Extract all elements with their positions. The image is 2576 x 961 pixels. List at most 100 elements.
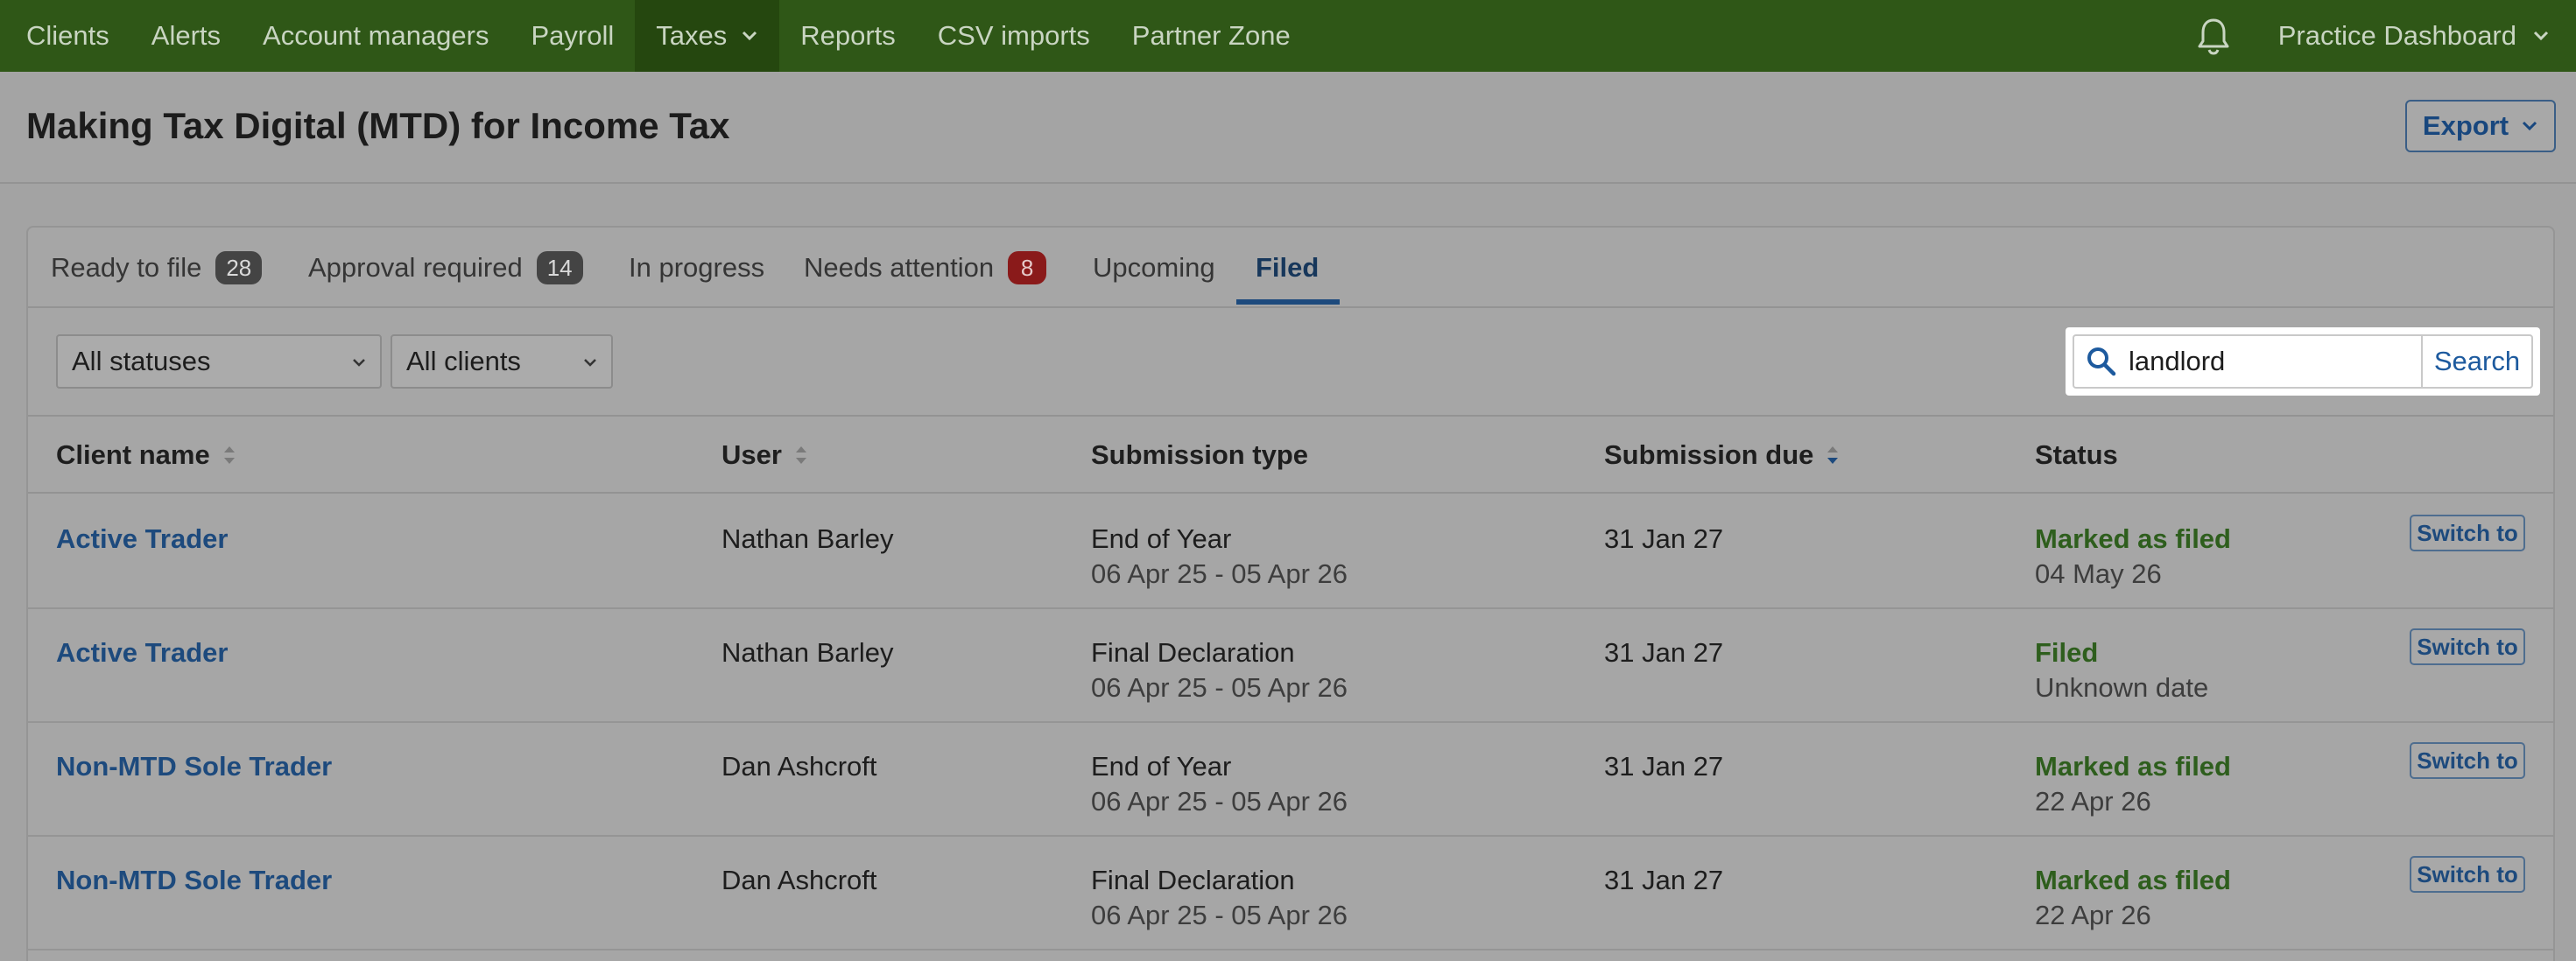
search-button-label: Search (2433, 346, 2521, 376)
table-header: Client name User Submission type Submiss… (28, 415, 2553, 494)
nav-item-label: Taxes (656, 20, 728, 51)
switch-to-button[interactable]: Switch to (2410, 856, 2525, 893)
switch-to-button[interactable]: Switch to (2410, 515, 2525, 551)
status-cell: Filed Unknown date (2035, 635, 2208, 705)
search-button[interactable]: Search (2421, 334, 2533, 389)
search-icon (2087, 347, 2116, 376)
tab-label: Approval required (308, 252, 523, 283)
chevron-down-icon (743, 31, 757, 41)
switch-to-button[interactable]: Switch to (2410, 742, 2525, 779)
submission-type: Final Declaration 06 Apr 25 - 05 Apr 26 (1091, 635, 1348, 705)
export-button[interactable]: Export (2405, 100, 2556, 152)
user-name: Nathan Barley (721, 523, 894, 554)
user-name: Nathan Barley (721, 637, 894, 668)
active-tab-indicator (1236, 299, 1340, 305)
nav-item-account-managers[interactable]: Account managers (242, 0, 510, 72)
practice-dashboard-label: Practice Dashboard (2277, 20, 2516, 51)
submission-due-date: 31 Jan 27 (1604, 523, 1724, 554)
nav-item-label: Reports (800, 20, 896, 51)
column-submission-due[interactable]: Submission due (1604, 417, 1840, 494)
table-row: Active Trader Nathan Barley Final Declar… (28, 609, 2553, 723)
practice-dashboard-menu[interactable]: Practice Dashboard (2278, 20, 2576, 52)
submission-type-label: End of Year (1091, 523, 1232, 554)
nav-item-partner-zone[interactable]: Partner Zone (1111, 0, 1312, 72)
tab-in-progress[interactable]: In progress (629, 228, 764, 308)
chevron-down-icon (584, 359, 596, 367)
table-row: Non-MTD Sole Trader Dan Ashcroft End of … (28, 723, 2553, 837)
nav-item-taxes[interactable]: Taxes (635, 0, 780, 72)
column-user[interactable]: User (721, 417, 808, 494)
chevron-down-icon (353, 359, 365, 367)
chevron-down-icon (2523, 121, 2537, 131)
tab-filed[interactable]: Filed (1256, 228, 1319, 308)
submission-due-date: 31 Jan 27 (1604, 637, 1724, 668)
user-name: Dan Ashcroft (721, 865, 877, 895)
page-header: Making Tax Digital (MTD) for Income Tax … (0, 72, 2576, 184)
status-filter-select[interactable]: All statuses (56, 334, 382, 389)
sort-descending-icon (1827, 446, 1839, 464)
submission-type-label: Final Declaration (1091, 637, 1295, 668)
tab-label: In progress (629, 252, 765, 283)
status-cell: Marked as filed 22 Apr 26 (2035, 749, 2231, 819)
status-label: Marked as filed (2035, 523, 2231, 554)
status-date: Unknown date (2035, 672, 2209, 703)
nav-item-clients[interactable]: Clients (0, 0, 130, 72)
client-filter-select[interactable]: All clients (391, 334, 613, 389)
status-tabs: Ready to file 28 Approval required 14 In… (28, 228, 2553, 308)
column-status: Status (2035, 417, 2118, 494)
status-filter-value: All statuses (72, 346, 211, 376)
client-name-link[interactable]: Active Trader (56, 635, 228, 670)
column-client-name[interactable]: Client name (56, 417, 236, 494)
submission-period: 06 Apr 25 - 05 Apr 26 (1091, 672, 1348, 703)
submission-period: 06 Apr 25 - 05 Apr 26 (1091, 900, 1348, 930)
count-badge: 28 (215, 251, 263, 284)
bell-icon[interactable] (2192, 15, 2235, 57)
client-name-link[interactable]: Non-MTD Sole Trader (56, 863, 332, 898)
column-label: Submission type (1091, 439, 1309, 470)
search-field[interactable] (2073, 334, 2421, 389)
nav-item-payroll[interactable]: Payroll (510, 0, 636, 72)
count-badge: 8 (1008, 251, 1047, 284)
submission-due-date: 31 Jan 27 (1604, 751, 1724, 782)
status-date: 22 Apr 26 (2035, 786, 2151, 817)
client-name-link[interactable]: Active Trader (56, 522, 228, 557)
client-name-link[interactable]: Non-MTD Sole Trader (56, 749, 332, 784)
status-cell: Marked as filed 22 Apr 26 (2035, 863, 2231, 933)
tab-needs-attention[interactable]: Needs attention 8 (804, 228, 1047, 308)
table-row: Non-MTD Sole Trader Dan Ashcroft Final D… (28, 837, 2553, 950)
page-title: Making Tax Digital (MTD) for Income Tax (26, 105, 730, 146)
nav-item-label: Payroll (531, 20, 615, 51)
export-label: Export (2422, 110, 2509, 141)
status-date: 22 Apr 26 (2035, 900, 2151, 930)
submission-type: End of Year 06 Apr 25 - 05 Apr 26 (1091, 749, 1348, 819)
nav-item-csv-imports[interactable]: CSV imports (917, 0, 1111, 72)
column-label: Submission due (1604, 439, 1814, 470)
table-row: Active Trader Nathan Barley End of Year … (28, 495, 2553, 609)
submission-period: 06 Apr 25 - 05 Apr 26 (1091, 558, 1348, 589)
tab-label: Needs attention (804, 252, 995, 283)
count-badge: 14 (536, 251, 583, 284)
nav-item-reports[interactable]: Reports (779, 0, 917, 72)
nav-item-label: Partner Zone (1131, 20, 1291, 51)
submission-due-date: 31 Jan 27 (1604, 865, 1724, 895)
status-date: 04 May 26 (2035, 558, 2162, 589)
tab-label: Ready to file (51, 252, 202, 283)
column-submission-type: Submission type (1091, 417, 1308, 494)
nav-item-label: Clients (26, 20, 109, 51)
tab-upcoming[interactable]: Upcoming (1093, 228, 1215, 308)
search-input[interactable] (2129, 346, 2409, 377)
submission-type-label: Final Declaration (1091, 865, 1295, 895)
tab-approval-required[interactable]: Approval required 14 (308, 228, 583, 308)
submission-type-label: End of Year (1091, 751, 1232, 782)
status-label: Filed (2035, 637, 2099, 668)
nav-item-alerts[interactable]: Alerts (130, 0, 242, 72)
status-label: Marked as filed (2035, 865, 2231, 895)
status-label: Marked as filed (2035, 751, 2231, 782)
sort-icon (223, 446, 235, 464)
user-name: Dan Ashcroft (721, 751, 877, 782)
chevron-down-icon (2533, 31, 2549, 41)
switch-to-button[interactable]: Switch to (2410, 628, 2525, 665)
tab-label: Upcoming (1093, 252, 1215, 283)
column-label: Status (2035, 439, 2118, 470)
tab-ready-to-file[interactable]: Ready to file 28 (51, 228, 263, 308)
